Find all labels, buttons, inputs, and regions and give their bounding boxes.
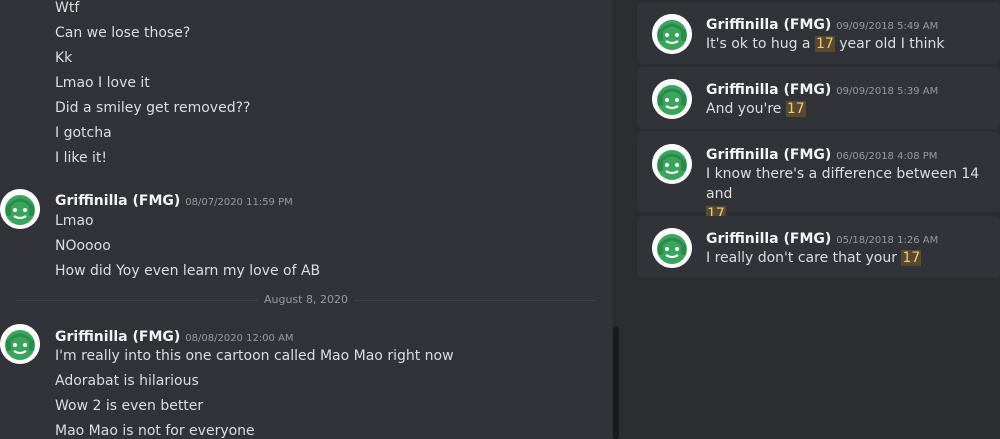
message-line: I like it! <box>55 150 108 166</box>
search-result-text: I know there's a difference between 14 a… <box>706 164 996 224</box>
chat-scrollbar[interactable] <box>612 0 620 439</box>
search-result-text: It's ok to hug a 17 year old I think <box>706 34 945 54</box>
search-highlight: 17 <box>901 250 922 266</box>
chat-message-list[interactable]: Wtf Can we lose those? Kk Lmao I love it… <box>0 0 612 439</box>
scrollbar-thumb[interactable] <box>613 326 619 439</box>
search-highlight: 17 <box>814 36 835 52</box>
message-header: Griffinilla (FMG) 08/08/2020 12:00 AM <box>55 326 294 346</box>
message-line: Did a smiley get removed?? <box>55 100 251 116</box>
message-line: Adorabat is hilarious <box>55 373 199 389</box>
message-line: Lmao I love it <box>55 75 150 91</box>
user-avatar-icon[interactable] <box>652 228 692 268</box>
author-name[interactable]: Griffinilla (FMG) <box>706 147 831 163</box>
message-header: Griffinilla (FMG) 05/18/2018 1:26 AM <box>706 228 938 248</box>
search-result-card[interactable]: Griffinilla (FMG) 09/09/2018 5:39 AM And … <box>637 67 1000 129</box>
message-timestamp: 05/18/2018 1:26 AM <box>836 235 939 246</box>
message-line: Wtf <box>55 0 80 16</box>
author-name[interactable]: Griffinilla (FMG) <box>55 193 180 209</box>
message-header: Griffinilla (FMG) 09/09/2018 5:39 AM <box>706 79 938 99</box>
message-header: Griffinilla (FMG) 08/07/2020 11:59 PM <box>55 190 293 210</box>
message-timestamp: 06/06/2018 4:08 PM <box>836 151 938 162</box>
author-name[interactable]: Griffinilla (FMG) <box>706 82 831 98</box>
user-avatar-icon[interactable] <box>652 144 692 184</box>
result-text-before: And you're <box>706 101 786 117</box>
message-header: Griffinilla (FMG) 09/09/2018 5:49 AM <box>706 14 938 34</box>
result-text-after: year old I think <box>834 36 945 52</box>
result-text-before: I really don't care that your <box>706 250 902 266</box>
message-line: I gotcha <box>55 125 112 141</box>
message-line: Mao Mao is not for everyone <box>55 423 255 439</box>
message-header: Griffinilla (FMG) 06/06/2018 4:08 PM <box>706 144 937 164</box>
search-result-text: I really don't care that your 17 <box>706 248 922 268</box>
user-avatar-icon[interactable] <box>652 79 692 119</box>
author-name[interactable]: Griffinilla (FMG) <box>706 17 831 33</box>
user-avatar-icon[interactable] <box>0 324 40 364</box>
message-line: How did Yoy even learn my love of AB <box>55 263 321 279</box>
search-result-card[interactable]: Griffinilla (FMG) 09/09/2018 5:49 AM It's… <box>637 2 1000 64</box>
result-text-before: I know there's a difference between 14 a… <box>706 166 980 202</box>
message-timestamp: 09/09/2018 5:49 AM <box>836 21 939 32</box>
message-line: Kk <box>55 50 73 66</box>
search-highlight: 17 <box>785 101 806 117</box>
message-line: I'm really into this one cartoon called … <box>55 348 454 364</box>
message-line: NOoooo <box>55 238 111 254</box>
search-result-text: And you're 17 <box>706 99 806 119</box>
message-line: Wow 2 is even better <box>55 398 204 414</box>
message-timestamp: 09/09/2018 5:39 AM <box>836 86 939 97</box>
message-timestamp: 08/08/2020 12:00 AM <box>185 333 294 344</box>
author-name[interactable]: Griffinilla (FMG) <box>55 329 180 345</box>
user-avatar-icon[interactable] <box>0 189 40 229</box>
author-name[interactable]: Griffinilla (FMG) <box>706 231 831 247</box>
message-timestamp: 08/07/2020 11:59 PM <box>185 197 293 208</box>
search-result-card[interactable]: Griffinilla (FMG) 05/18/2018 1:26 AM I re… <box>637 216 1000 278</box>
search-results-panel: Griffinilla (FMG) 09/09/2018 5:49 AM It's… <box>620 0 1000 439</box>
result-text-before: It's ok to hug a <box>706 36 815 52</box>
message-line: Can we lose those? <box>55 25 191 41</box>
search-result-card[interactable]: Griffinilla (FMG) 06/06/2018 4:08 PM I kn… <box>637 132 1000 222</box>
message-line: Lmao <box>55 213 94 229</box>
date-divider: August 8, 2020 <box>0 293 612 307</box>
date-divider-label: August 8, 2020 <box>258 293 354 306</box>
user-avatar-icon[interactable] <box>652 14 692 54</box>
